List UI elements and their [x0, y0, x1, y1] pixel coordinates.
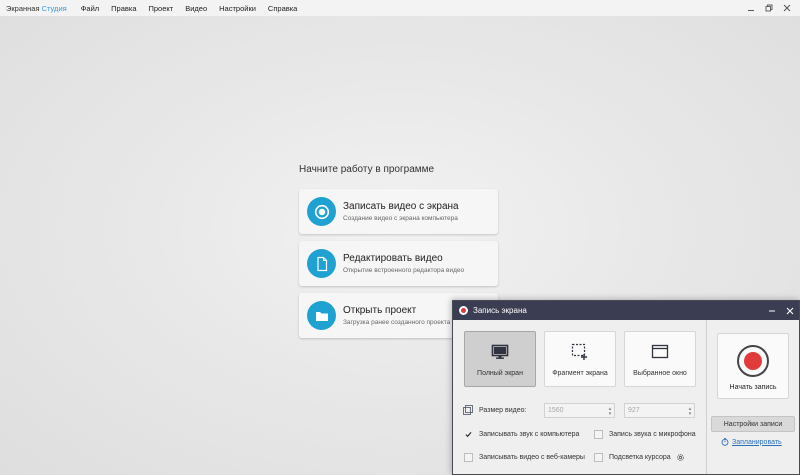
option-label: Записывать видео с веб-камеры: [479, 454, 585, 461]
brand-accent: Студия: [41, 3, 67, 13]
checkbox[interactable]: [594, 430, 603, 439]
schedule-label: Запланировать: [732, 438, 782, 446]
gear-icon[interactable]: [676, 453, 685, 462]
card-title: Редактировать видео: [343, 253, 443, 264]
mode-label: Полный экран: [477, 370, 523, 377]
menu-bar: Экранная Студия Файл Правка Проект Видео…: [0, 0, 800, 16]
window-controls: [740, 1, 794, 15]
video-height-stepper[interactable]: 927 ▲ ▼: [624, 403, 695, 418]
option-record-webcam[interactable]: Записывать видео с веб-камеры: [464, 453, 585, 462]
window-icon: [651, 343, 669, 361]
card-title: Записать видео с экрана: [343, 201, 459, 212]
close-icon: [783, 4, 791, 12]
menu-video[interactable]: Видео: [185, 4, 207, 13]
minimize-button[interactable]: [744, 1, 758, 15]
monitor-icon: [491, 343, 509, 361]
card-subtitle: Открытие встроенного редактора видео: [343, 267, 465, 274]
menu-settings[interactable]: Настройки: [219, 4, 256, 13]
video-height-value: 927: [628, 407, 640, 414]
video-size-label: Размер видео:: [479, 406, 527, 414]
option-cursor-highlight[interactable]: Подсветка курсора: [594, 453, 685, 462]
option-label: Запись звука с микрофона: [609, 431, 696, 438]
record-screen-card[interactable]: Записать видео с экрана Создание видео с…: [299, 189, 498, 234]
record-settings-button[interactable]: Настройки записи: [711, 416, 795, 432]
fragment-select-icon: [571, 343, 589, 361]
card-subtitle: Создание видео с экрана компьютера: [343, 215, 458, 222]
timer-icon: [721, 438, 729, 446]
app-brand: Экранная Студия: [6, 4, 67, 13]
checkbox[interactable]: [594, 453, 603, 462]
restore-icon: [765, 4, 773, 12]
chevron-down-icon: ▼: [687, 410, 693, 416]
edit-video-card[interactable]: Редактировать видео Открытие встроенного…: [299, 241, 498, 286]
menu-project[interactable]: Проект: [149, 4, 174, 13]
dialog-close-button[interactable]: [781, 301, 799, 320]
card-title: Открыть проект: [343, 305, 417, 316]
mode-label: Выбранное окно: [633, 370, 687, 377]
record-button-icon: [737, 345, 769, 377]
checkbox[interactable]: [464, 453, 473, 462]
minimize-icon: [769, 310, 775, 311]
checkmark-icon: [465, 432, 472, 438]
restore-button[interactable]: [762, 1, 776, 15]
option-record-microphone[interactable]: Запись звука с микрофона: [594, 430, 696, 439]
mode-selected-window[interactable]: Выбранное окно: [624, 331, 696, 387]
menu-help[interactable]: Справка: [268, 4, 297, 13]
stepper-arrows[interactable]: ▲ ▼: [606, 404, 614, 417]
resize-icon: [463, 405, 473, 415]
video-width-stepper[interactable]: 1560 ▲ ▼: [544, 403, 615, 418]
record-icon: [307, 197, 336, 226]
chevron-down-icon: ▼: [607, 410, 613, 416]
video-width-value: 1560: [548, 407, 564, 414]
main-menu: Файл Правка Проект Видео Настройки Справ…: [81, 4, 310, 13]
dialog-titlebar[interactable]: Запись экрана: [453, 301, 799, 320]
video-size-row: Размер видео:: [463, 405, 526, 415]
brand-name: Экранная: [6, 3, 42, 13]
document-icon: [307, 249, 336, 278]
start-recording-button[interactable]: Начать запись: [717, 333, 789, 399]
folder-icon: [307, 301, 336, 330]
start-heading: Начните работу в программе: [299, 164, 435, 175]
menu-file[interactable]: Файл: [81, 4, 99, 13]
option-label: Записывать звук с компьютера: [479, 431, 580, 438]
minimize-icon: [748, 10, 754, 11]
dialog-minimize-button[interactable]: [763, 301, 781, 320]
mode-full-screen[interactable]: Полный экран: [464, 331, 536, 387]
dialog-title: Запись экрана: [473, 306, 527, 315]
record-dot-icon: [459, 306, 468, 315]
option-record-system-audio[interactable]: Записывать звук с компьютера: [464, 430, 579, 439]
stepper-arrows[interactable]: ▲ ▼: [686, 404, 694, 417]
checkbox[interactable]: [464, 430, 473, 439]
screen-recording-dialog: Запись экрана Полный экран Фрагмент экра…: [452, 300, 800, 475]
card-subtitle: Загрузка ранее созданного проекта: [343, 319, 451, 326]
mode-screen-fragment[interactable]: Фрагмент экрана: [544, 331, 616, 387]
schedule-link[interactable]: Запланировать: [721, 438, 782, 446]
recording-controls-pane: Начать запись Настройки записи Запланиро…: [707, 320, 799, 474]
option-label: Подсветка курсора: [609, 454, 671, 461]
mode-label: Фрагмент экрана: [552, 370, 608, 377]
menu-edit[interactable]: Правка: [111, 4, 136, 13]
start-recording-label: Начать запись: [729, 384, 777, 391]
close-button[interactable]: [780, 1, 794, 15]
close-icon: [786, 307, 794, 314]
